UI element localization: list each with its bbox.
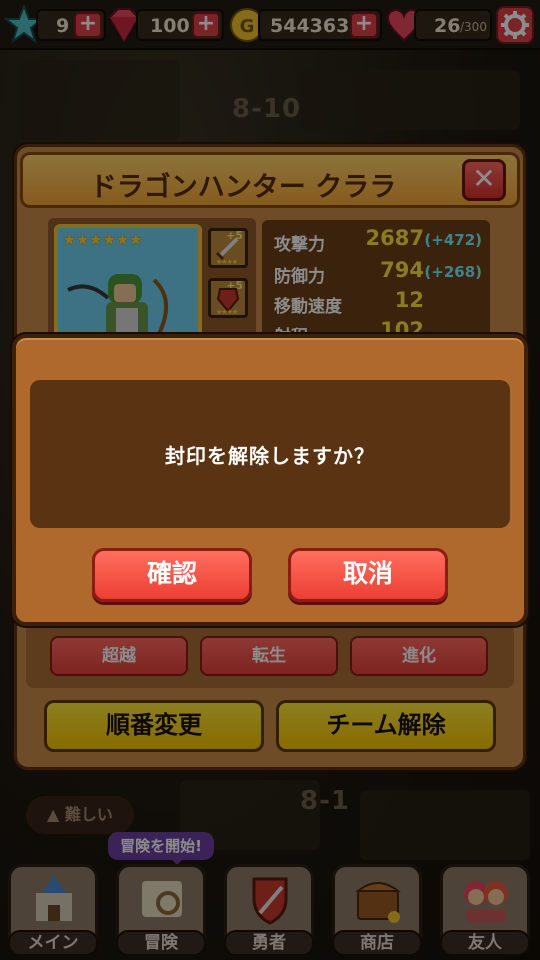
- dialog-message: 封印を解除しますか？: [165, 444, 375, 468]
- cancel-button[interactable]: 取消: [288, 548, 448, 602]
- confirm-button[interactable]: 確認: [92, 548, 252, 602]
